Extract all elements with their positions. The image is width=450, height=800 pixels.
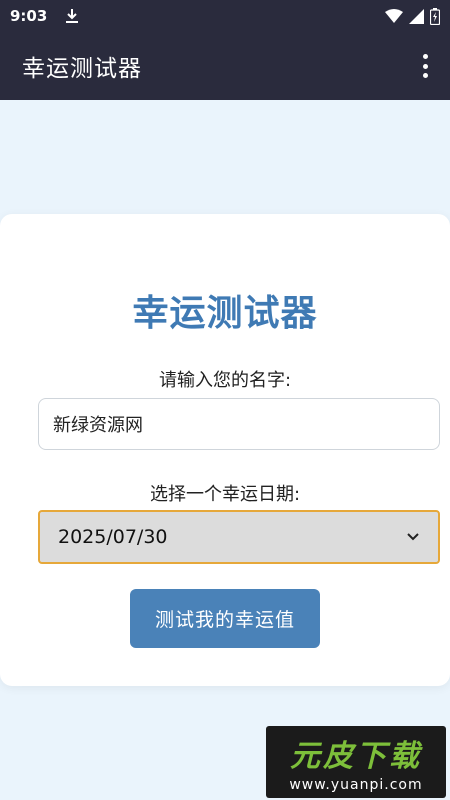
name-label: 请输入您的名字: (158, 370, 292, 391)
test-luck-button[interactable]: 测试我的幸运值 (130, 589, 320, 648)
signal-icon (409, 8, 424, 24)
battery-icon (430, 7, 440, 25)
name-input-value: 新绿资源网 (53, 415, 143, 436)
date-select[interactable]: 2025/07/30 (38, 510, 440, 564)
date-label: 选择一个幸运日期: (149, 484, 301, 505)
download-icon (66, 9, 79, 23)
page-title: 幸运测试器 (132, 293, 318, 334)
chevron-down-icon (407, 533, 419, 541)
status-bar: 9:03 (0, 0, 450, 32)
app-title: 幸运测试器 (22, 56, 142, 82)
watermark-main: 元皮下载 (290, 739, 422, 774)
watermark-url: www.yuanpi.com (289, 777, 423, 793)
app-bar: 幸运测试器 (0, 32, 450, 100)
name-input[interactable]: 新绿资源网 (38, 398, 440, 450)
watermark-logo: 元皮下载 www.yuanpi.com (266, 726, 446, 798)
wifi-icon (385, 8, 403, 23)
more-vert-icon[interactable] (420, 54, 430, 78)
date-select-value: 2025/07/30 (58, 526, 168, 548)
status-time: 9:03 (10, 7, 48, 25)
status-icons (385, 7, 440, 25)
